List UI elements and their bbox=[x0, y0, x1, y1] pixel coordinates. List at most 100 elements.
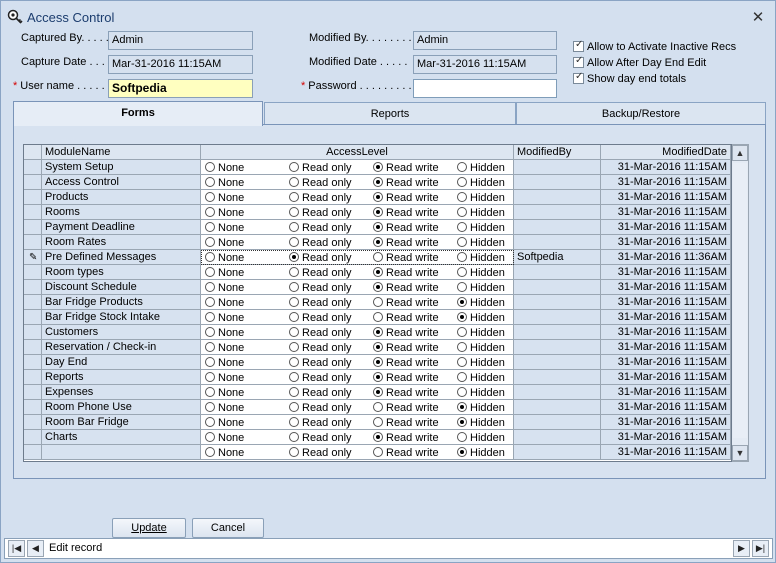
access-radio-none[interactable]: None bbox=[205, 326, 244, 339]
grid-vertical-scrollbar[interactable]: ▲ ▼ bbox=[732, 144, 749, 462]
table-row[interactable]: Products None Read only Read write Hidden 31-… bbox=[24, 190, 731, 205]
access-radio-read-only[interactable]: Read only bbox=[289, 326, 352, 339]
row-indicator[interactable] bbox=[24, 445, 42, 460]
access-radio-hidden[interactable]: Hidden bbox=[457, 311, 505, 324]
table-row[interactable]: Room Bar Fridge None Read only Read write Hi… bbox=[24, 415, 731, 430]
row-indicator[interactable] bbox=[24, 400, 42, 415]
row-indicator[interactable] bbox=[24, 190, 42, 205]
access-radio-read-only[interactable]: Read only bbox=[289, 236, 352, 249]
access-radio-read-write[interactable]: Read write bbox=[373, 356, 439, 369]
access-radio-hidden[interactable]: Hidden bbox=[457, 251, 505, 264]
access-radio-read-only[interactable]: Read only bbox=[289, 386, 352, 399]
access-radio-none[interactable]: None bbox=[205, 296, 244, 309]
row-indicator[interactable] bbox=[24, 430, 42, 445]
access-radio-hidden[interactable]: Hidden bbox=[457, 161, 505, 174]
access-radio-hidden[interactable]: Hidden bbox=[457, 416, 505, 429]
access-radio-read-only[interactable]: Read only bbox=[289, 446, 352, 459]
access-radio-read-write[interactable]: Read write bbox=[373, 266, 439, 279]
access-radio-none[interactable]: None bbox=[205, 281, 244, 294]
access-radio-read-write[interactable]: Read write bbox=[373, 206, 439, 219]
access-radio-read-only[interactable]: Read only bbox=[289, 341, 352, 354]
table-row[interactable]: ✎ Pre Defined Messages None Read only Read w… bbox=[24, 250, 731, 265]
table-row[interactable]: Day End None Read only Read write Hidden 31-M… bbox=[24, 355, 731, 370]
access-radio-read-write[interactable]: Read write bbox=[373, 191, 439, 204]
next-record-icon[interactable]: ▶ bbox=[733, 540, 750, 557]
last-record-icon[interactable]: ▶| bbox=[752, 540, 769, 557]
row-indicator[interactable] bbox=[24, 280, 42, 295]
access-radio-none[interactable]: None bbox=[205, 371, 244, 384]
access-radio-read-write[interactable]: Read write bbox=[373, 236, 439, 249]
access-radio-hidden[interactable]: Hidden bbox=[457, 341, 505, 354]
access-radio-read-write[interactable]: Read write bbox=[373, 281, 439, 294]
access-radio-read-only[interactable]: Read only bbox=[289, 221, 352, 234]
row-indicator[interactable] bbox=[24, 220, 42, 235]
access-radio-hidden[interactable]: Hidden bbox=[457, 206, 505, 219]
access-radio-read-write[interactable]: Read write bbox=[373, 416, 439, 429]
allow-after-day-end-edit-checkbox[interactable]: Allow After Day End Edit bbox=[573, 55, 706, 71]
access-radio-hidden[interactable]: Hidden bbox=[457, 296, 505, 309]
access-radio-read-write[interactable]: Read write bbox=[373, 251, 439, 264]
previous-record-icon[interactable]: ◀ bbox=[27, 540, 44, 557]
access-radio-read-only[interactable]: Read only bbox=[289, 311, 352, 324]
access-radio-read-only[interactable]: Read only bbox=[289, 161, 352, 174]
user-name-input[interactable]: Softpedia bbox=[108, 79, 253, 98]
access-radio-read-write[interactable]: Read write bbox=[373, 401, 439, 414]
row-indicator[interactable] bbox=[24, 205, 42, 220]
access-radio-hidden[interactable]: Hidden bbox=[457, 221, 505, 234]
table-row[interactable]: Rooms None Read only Read write Hidden 31-Mar… bbox=[24, 205, 731, 220]
column-header-modified-date[interactable]: ModifiedDate bbox=[601, 145, 731, 160]
row-indicator[interactable] bbox=[24, 340, 42, 355]
table-row[interactable]: Expenses None Read only Read write Hidden 31-… bbox=[24, 385, 731, 400]
column-header-modified-by[interactable]: ModifiedBy bbox=[514, 145, 601, 160]
access-radio-none[interactable]: None bbox=[205, 401, 244, 414]
access-radio-read-only[interactable]: Read only bbox=[289, 356, 352, 369]
row-indicator[interactable] bbox=[24, 160, 42, 175]
access-radio-none[interactable]: None bbox=[205, 161, 244, 174]
access-radio-read-only[interactable]: Read only bbox=[289, 416, 352, 429]
access-radio-read-only[interactable]: Read only bbox=[289, 266, 352, 279]
tab-reports[interactable]: Reports bbox=[264, 102, 516, 124]
access-radio-none[interactable]: None bbox=[205, 191, 244, 204]
access-radio-none[interactable]: None bbox=[205, 236, 244, 249]
access-radio-hidden[interactable]: Hidden bbox=[457, 326, 505, 339]
access-radio-read-only[interactable]: Read only bbox=[289, 401, 352, 414]
column-header-module-name[interactable]: ModuleName bbox=[42, 145, 201, 160]
access-radio-hidden[interactable]: Hidden bbox=[457, 371, 505, 384]
scroll-thumb[interactable] bbox=[733, 163, 747, 438]
update-button[interactable]: Update bbox=[112, 518, 186, 538]
access-radio-read-only[interactable]: Read only bbox=[289, 251, 352, 264]
access-radio-hidden[interactable]: Hidden bbox=[457, 266, 505, 279]
table-row[interactable]: Bar Fridge Stock Intake None Read only Read… bbox=[24, 310, 731, 325]
close-icon[interactable]: ✕ bbox=[751, 8, 765, 26]
table-row[interactable]: Access Control None Read only Read write Hid… bbox=[24, 175, 731, 190]
access-radio-none[interactable]: None bbox=[205, 266, 244, 279]
access-radio-none[interactable]: None bbox=[205, 356, 244, 369]
table-row[interactable]: Payment Deadline None Read only Read write H… bbox=[24, 220, 731, 235]
access-radio-none[interactable]: None bbox=[205, 446, 244, 459]
access-radio-read-only[interactable]: Read only bbox=[289, 431, 352, 444]
access-radio-none[interactable]: None bbox=[205, 416, 244, 429]
access-radio-none[interactable]: None bbox=[205, 431, 244, 444]
row-indicator[interactable] bbox=[24, 265, 42, 280]
table-row[interactable]: Charts None Read only Read write Hidden 31-Ma… bbox=[24, 430, 731, 445]
access-radio-none[interactable]: None bbox=[205, 341, 244, 354]
access-radio-read-only[interactable]: Read only bbox=[289, 281, 352, 294]
table-row[interactable]: Reservation / Check-in None Read only Read … bbox=[24, 340, 731, 355]
access-radio-none[interactable]: None bbox=[205, 386, 244, 399]
access-radio-hidden[interactable]: Hidden bbox=[457, 446, 505, 459]
tab-forms[interactable]: Forms bbox=[13, 101, 263, 126]
row-indicator[interactable] bbox=[24, 175, 42, 190]
access-radio-read-write[interactable]: Read write bbox=[373, 311, 439, 324]
access-radio-read-only[interactable]: Read only bbox=[289, 191, 352, 204]
access-radio-none[interactable]: None bbox=[205, 206, 244, 219]
password-input[interactable] bbox=[413, 79, 557, 98]
access-radio-read-write[interactable]: Read write bbox=[373, 431, 439, 444]
table-row[interactable]: System Setup None Read only Read write Hidde… bbox=[24, 160, 731, 175]
access-radio-read-only[interactable]: Read only bbox=[289, 206, 352, 219]
row-indicator[interactable] bbox=[24, 295, 42, 310]
access-radio-hidden[interactable]: Hidden bbox=[457, 431, 505, 444]
access-radio-read-write[interactable]: Read write bbox=[373, 176, 439, 189]
table-row[interactable]: Bar Fridge Products None Read only Read wri… bbox=[24, 295, 731, 310]
access-radio-hidden[interactable]: Hidden bbox=[457, 356, 505, 369]
column-header-access-level[interactable]: AccessLevel bbox=[201, 145, 514, 160]
